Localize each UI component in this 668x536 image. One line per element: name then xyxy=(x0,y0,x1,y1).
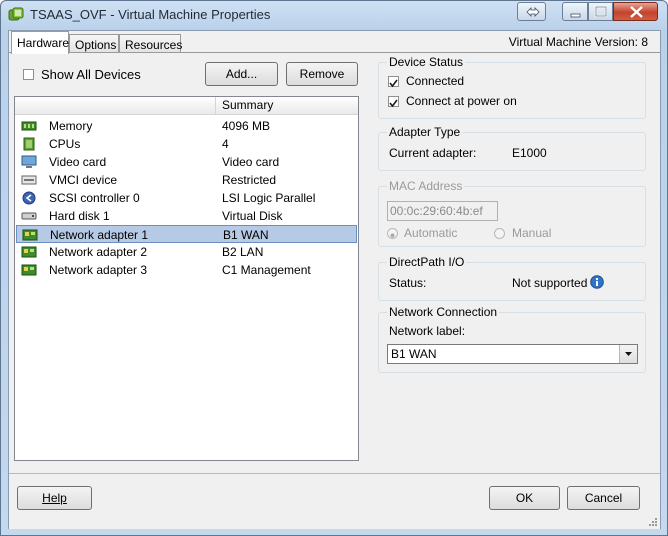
device-summary: Virtual Disk xyxy=(222,209,283,223)
directpath-io-group: DirectPath I/O Status: Not supported xyxy=(378,255,646,301)
current-adapter-value: E1000 xyxy=(512,146,547,160)
network-label-label: Network label: xyxy=(389,324,466,338)
device-row-cpus[interactable]: CPUs 4 xyxy=(16,135,357,153)
device-name: CPUs xyxy=(49,137,81,151)
device-row-video-card[interactable]: Video card Video card xyxy=(16,153,357,171)
tab-resources[interactable]: Resources xyxy=(119,34,182,53)
memory-icon xyxy=(21,121,37,131)
vm-version-label: Virtual Machine Version: 8 xyxy=(508,35,648,49)
help-button[interactable]: Help xyxy=(17,486,92,510)
info-icon[interactable] xyxy=(590,275,604,289)
network-adapter-icon xyxy=(21,264,37,276)
help-button-label: Help xyxy=(42,491,67,505)
connected-checkbox[interactable] xyxy=(388,76,399,88)
device-summary: Restricted xyxy=(222,173,277,187)
device-name: Video card xyxy=(49,155,107,169)
minimize-icon xyxy=(570,13,581,18)
device-row-memory[interactable]: Memory 4096 MB xyxy=(16,117,357,135)
device-row-network-adapter-1[interactable]: Network adapter 1 B1 WAN xyxy=(16,225,357,243)
connected-label: Connected xyxy=(406,74,465,88)
scsi-controller-icon xyxy=(22,191,36,205)
mac-address-legend: MAC Address xyxy=(387,179,465,193)
restore-icon xyxy=(526,7,540,17)
checkmark-icon xyxy=(389,99,398,108)
device-name: SCSI controller 0 xyxy=(49,191,140,205)
device-row-hard-disk[interactable]: Hard disk 1 Virtual Disk xyxy=(16,207,357,225)
hard-disk-icon xyxy=(21,212,37,220)
device-list[interactable]: Summary Memory 4096 MB CPUs 4 Video card… xyxy=(14,96,359,461)
chevron-down-icon xyxy=(625,352,632,356)
cpu-icon xyxy=(23,137,35,151)
show-all-devices-label: Show All Devices xyxy=(41,67,141,82)
dropdown-button[interactable] xyxy=(619,345,637,363)
directpath-io-legend: DirectPath I/O xyxy=(387,255,467,269)
add-device-button[interactable]: Add... xyxy=(205,62,278,86)
resize-grip-icon[interactable] xyxy=(648,517,658,527)
device-summary: Video card xyxy=(222,155,280,169)
automatic-label: Automatic xyxy=(404,226,458,240)
mac-address-input[interactable]: 00:0c:29:60:4b:ef xyxy=(387,201,498,221)
device-name: VMCI device xyxy=(49,173,118,187)
device-summary: 4096 MB xyxy=(222,119,271,133)
directpath-status-label: Status: xyxy=(389,276,427,290)
network-connection-group: Network Connection Network label: B1 WAN xyxy=(378,305,646,373)
automatic-radio[interactable] xyxy=(387,228,398,239)
close-button[interactable] xyxy=(613,2,658,21)
network-adapter-icon xyxy=(21,246,37,258)
device-row-network-adapter-3[interactable]: Network adapter 3 C1 Management xyxy=(16,261,357,279)
device-summary: C1 Management xyxy=(222,263,311,277)
ok-button[interactable]: OK xyxy=(489,486,560,510)
tab-options[interactable]: Options xyxy=(69,34,119,53)
maximize-icon xyxy=(594,5,608,18)
dialog-client-area: Hardware Options Resources Virtual Machi… xyxy=(8,30,661,529)
device-summary: 4 xyxy=(222,137,229,151)
device-name: Memory xyxy=(49,119,93,133)
vm-properties-window: TSAAS_OVF - Virtual Machine Properties H… xyxy=(0,0,668,536)
remove-device-button[interactable]: Remove xyxy=(286,62,358,86)
device-summary: B2 LAN xyxy=(222,245,264,259)
title-bar[interactable]: TSAAS_OVF - Virtual Machine Properties xyxy=(1,1,667,29)
dialog-footer: Help OK Cancel xyxy=(9,473,660,529)
adapter-type-group: Adapter Type Current adapter: E1000 xyxy=(378,125,646,171)
network-label-select[interactable]: B1 WAN xyxy=(387,344,638,364)
current-adapter-label: Current adapter: xyxy=(389,146,477,160)
radio-dot-icon xyxy=(390,233,395,238)
device-name: Network adapter 1 xyxy=(50,228,149,242)
hardware-panel: Show All Devices Add... Remove Summary M… xyxy=(9,52,660,473)
column-header-summary[interactable]: Summary xyxy=(215,97,273,114)
checkmark-icon xyxy=(389,79,398,88)
minimize-button[interactable] xyxy=(562,2,588,21)
network-adapter-icon xyxy=(22,229,38,241)
device-summary: B1 WAN xyxy=(223,228,269,242)
device-row-network-adapter-2[interactable]: Network adapter 2 B2 LAN xyxy=(16,243,357,261)
device-list-header: Summary xyxy=(15,97,358,115)
restore-button[interactable] xyxy=(517,2,546,21)
tab-hardware[interactable]: Hardware xyxy=(11,31,69,54)
window-title: TSAAS_OVF - Virtual Machine Properties xyxy=(30,7,271,22)
vmci-device-icon xyxy=(21,175,37,185)
network-label-value: B1 WAN xyxy=(391,347,437,361)
device-status-legend: Device Status xyxy=(387,55,466,69)
video-card-icon xyxy=(21,155,37,168)
connect-at-power-on-label: Connect at power on xyxy=(406,94,517,108)
device-row-vmci-device[interactable]: VMCI device Restricted xyxy=(16,171,357,189)
network-connection-legend: Network Connection xyxy=(387,305,500,319)
cancel-button[interactable]: Cancel xyxy=(567,486,640,510)
manual-label: Manual xyxy=(512,226,552,240)
manual-radio[interactable] xyxy=(494,228,505,239)
device-name: Hard disk 1 xyxy=(49,209,110,223)
device-status-group: Device Status Connected Connect at power… xyxy=(378,55,646,119)
vm-properties-icon xyxy=(8,7,24,21)
adapter-type-legend: Adapter Type xyxy=(387,125,463,139)
device-name: Network adapter 3 xyxy=(49,263,148,277)
show-all-devices-checkbox[interactable] xyxy=(23,69,34,80)
maximize-button[interactable] xyxy=(588,2,613,21)
mac-address-group: MAC Address 00:0c:29:60:4b:ef Automatic … xyxy=(378,179,646,247)
device-name: Network adapter 2 xyxy=(49,245,148,259)
device-summary: LSI Logic Parallel xyxy=(222,191,316,205)
device-row-scsi-controller[interactable]: SCSI controller 0 LSI Logic Parallel xyxy=(16,189,357,207)
connect-at-power-on-checkbox[interactable] xyxy=(388,96,399,108)
close-icon xyxy=(630,6,643,18)
directpath-status-value: Not supported xyxy=(512,276,588,290)
